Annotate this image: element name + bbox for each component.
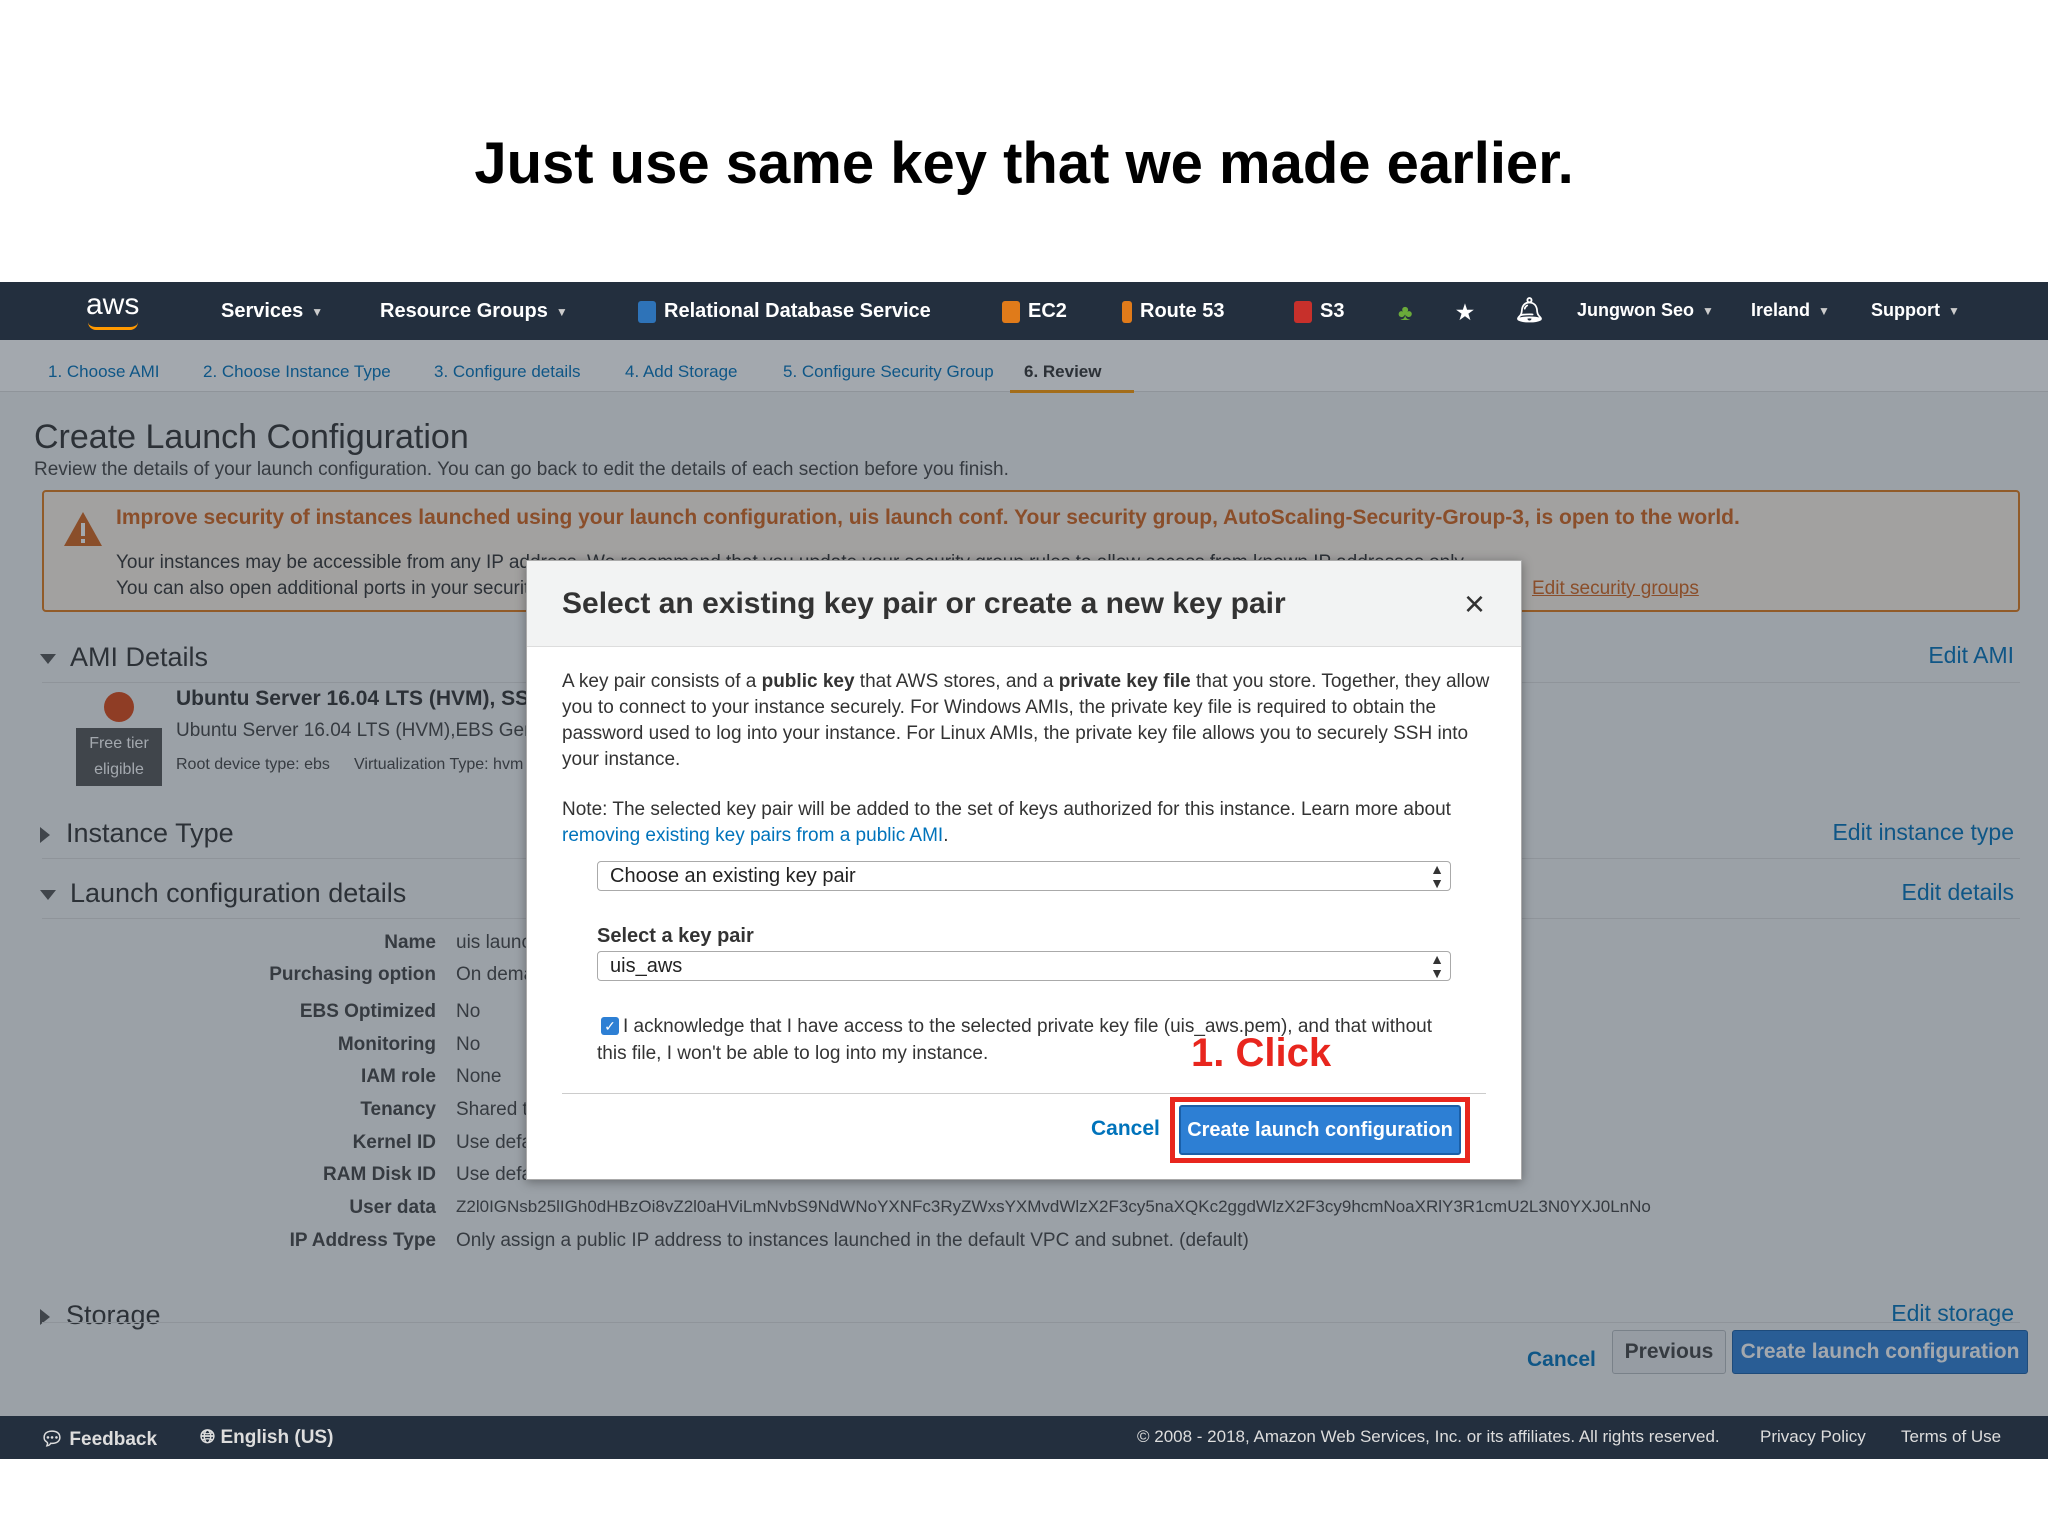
ec2-icon <box>1002 300 1020 323</box>
chevron-down-icon: ▼ <box>1818 303 1830 318</box>
footer: 💬︎ Feedback 🌐︎ English (US) © 2008 - 201… <box>0 1416 2048 1459</box>
key-pair-description: A key pair consists of a public key that… <box>562 671 1490 770</box>
select-arrows-icon: ▲ ▼ <box>1430 951 1444 981</box>
close-icon[interactable]: × <box>1464 583 1485 625</box>
removing-key-pairs-link[interactable]: removing existing key pairs from a publi… <box>562 825 943 846</box>
ec2-shortcut[interactable]: EC2 <box>1002 300 1067 323</box>
copyright-text: © 2008 - 2018, Amazon Web Services, Inc.… <box>1137 1427 1720 1446</box>
key-pair-note: Note: The selected key pair will be adde… <box>562 799 1451 846</box>
modal-cancel-button[interactable]: Cancel <box>1091 1117 1160 1141</box>
key-pair-option-select[interactable]: Choose an existing key pair ▲ ▼ <box>597 861 1451 891</box>
resource-groups-menu[interactable]: Resource Groups ▼ <box>380 300 568 323</box>
select-arrows-icon: ▲ ▼ <box>1430 861 1444 891</box>
pin-icon[interactable]: ★ <box>1456 300 1474 325</box>
key-pair-select[interactable]: uis_aws ▲ ▼ <box>597 951 1451 981</box>
chevron-down-icon: ▼ <box>311 304 324 319</box>
modal-divider <box>562 1093 1486 1094</box>
modal-title: Select an existing key pair or create a … <box>562 587 1286 620</box>
chevron-down-icon: ▼ <box>1702 303 1714 318</box>
rds-icon <box>638 300 656 323</box>
rds-shortcut[interactable]: Relational Database Service <box>638 300 931 323</box>
slide-title: Just use same key that we made earlier. <box>474 131 1574 196</box>
click-annotation: 1. Click <box>1191 1031 1332 1075</box>
chevron-down-icon: ▼ <box>1948 303 1960 318</box>
privacy-policy-link[interactable]: Privacy Policy <box>1760 1427 1866 1447</box>
language-selector[interactable]: 🌐︎ English (US) <box>200 1427 333 1449</box>
s3-icon <box>1294 300 1312 323</box>
acknowledge-checkbox[interactable]: ✓ <box>601 1017 619 1035</box>
aws-smile-icon <box>88 322 138 330</box>
user-menu[interactable]: Jungwon Seo ▼ <box>1577 300 1714 321</box>
key-pair-modal: Select an existing key pair or create a … <box>526 560 1522 1180</box>
modal-header: Select an existing key pair or create a … <box>527 561 1521 647</box>
modal-create-launch-configuration-button[interactable]: Create launch configuration <box>1179 1105 1461 1155</box>
route53-icon <box>1122 300 1132 323</box>
feedback-link[interactable]: 💬︎ Feedback <box>40 1427 157 1451</box>
route53-shortcut[interactable]: Route 53 <box>1122 300 1224 323</box>
select-key-pair-label: Select a key pair <box>597 925 754 947</box>
top-nav: aws Services ▼ Resource Groups ▼ Relationa… <box>0 282 2048 340</box>
s3-shortcut[interactable]: S3 <box>1294 300 1344 323</box>
region-menu[interactable]: Ireland ▼ <box>1751 300 1830 321</box>
aws-logo[interactable]: aws <box>86 288 139 322</box>
services-menu[interactable]: Services ▼ <box>221 300 323 323</box>
bell-icon[interactable]: 🔔︎ <box>1514 296 1544 325</box>
speech-bubble-icon: 💬︎ <box>40 1429 65 1450</box>
pin-service-icon[interactable]: ♣ <box>1398 300 1412 326</box>
support-menu[interactable]: Support ▼ <box>1871 300 1960 321</box>
chevron-down-icon: ▼ <box>555 304 568 319</box>
terms-of-use-link[interactable]: Terms of Use <box>1901 1427 2001 1447</box>
globe-icon: 🌐︎ <box>200 1427 216 1448</box>
